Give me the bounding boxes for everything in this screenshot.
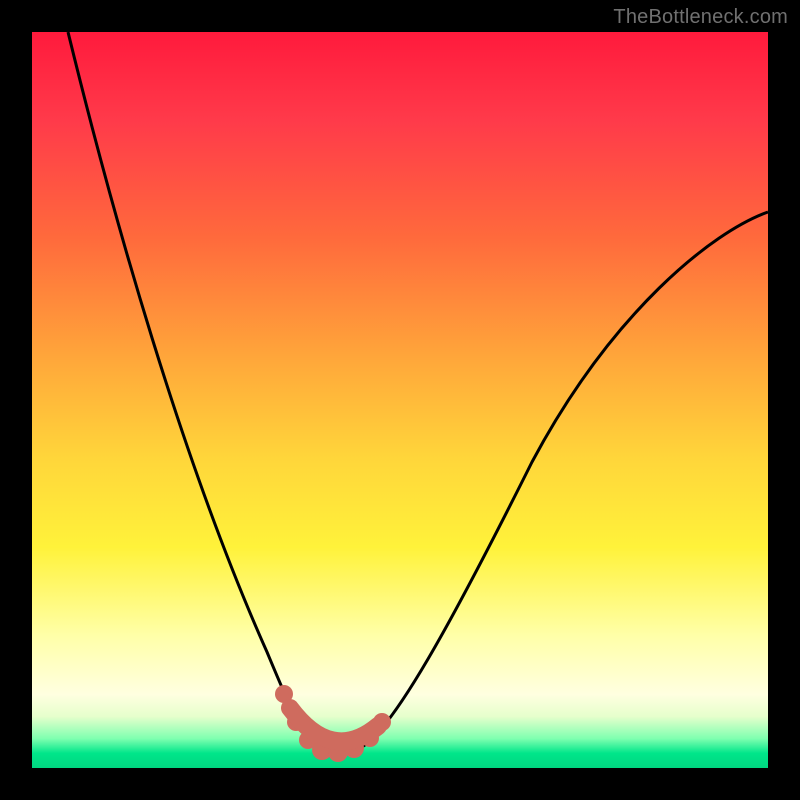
curve-layer xyxy=(32,32,768,768)
watermark-text: TheBottleneck.com xyxy=(613,6,788,29)
chart-frame: TheBottleneck.com xyxy=(0,0,800,800)
valley-markers xyxy=(275,685,391,762)
plot-area xyxy=(32,32,768,768)
bottleneck-curve xyxy=(68,32,768,754)
